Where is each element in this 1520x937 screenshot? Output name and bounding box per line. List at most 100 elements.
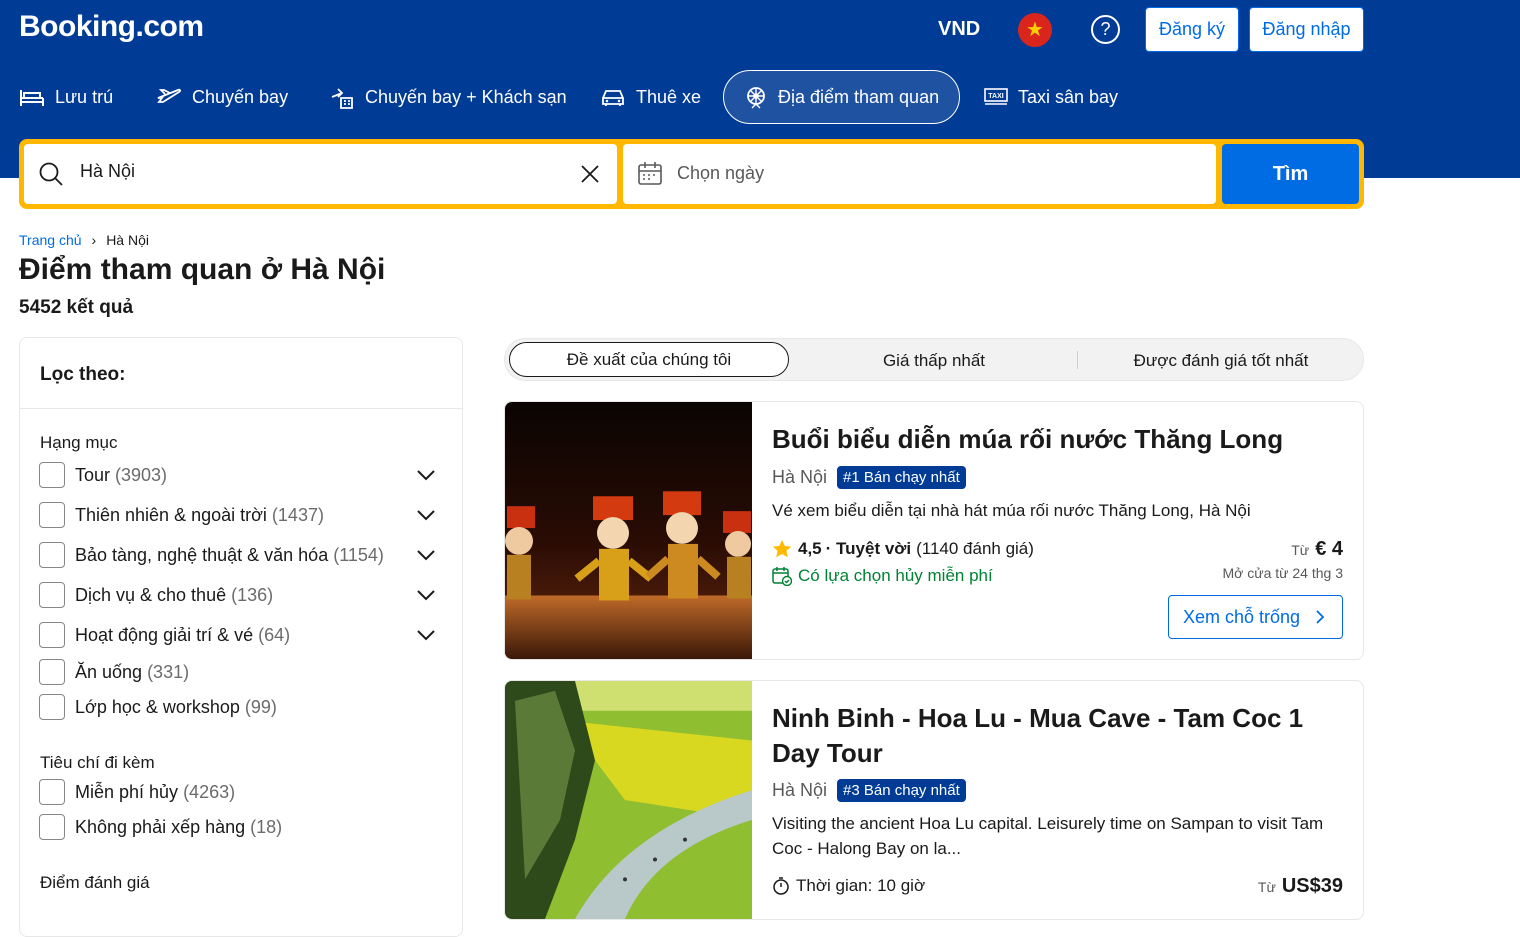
result-rating: 4,5 · Tuyệt vời (1140 đánh giá)	[772, 539, 1034, 559]
chevron-down-icon[interactable]	[416, 625, 436, 645]
vietnam-flag-icon[interactable]: ★	[1018, 13, 1052, 47]
chevron-down-icon[interactable]	[416, 585, 436, 605]
filter-option-label: Ăn uống	[75, 661, 143, 682]
filter-option[interactable]: Dịch vụ & cho thuê (136)	[39, 582, 439, 608]
breadcrumb-home-link[interactable]: Trang chủ	[19, 232, 82, 248]
filter-option[interactable]: Không phải xếp hàng (18)	[39, 814, 439, 840]
filter-option-label: Tour	[75, 464, 111, 485]
water-puppet-image[interactable]	[505, 402, 752, 659]
price: Từ € 4	[1291, 538, 1343, 561]
filter-option[interactable]: Ăn uống (331)	[39, 659, 439, 685]
result-location: Hà Nội	[772, 780, 828, 800]
ninh-binh-image[interactable]	[505, 681, 752, 919]
chevron-down-icon[interactable]	[416, 465, 436, 485]
nav-label: Chuyến bay	[192, 86, 289, 107]
checkbox[interactable]	[39, 622, 65, 648]
search-button[interactable]: Tìm	[1222, 144, 1359, 204]
star-icon	[772, 540, 792, 558]
price-value: US$39	[1281, 875, 1343, 897]
chevron-down-icon[interactable]	[416, 505, 436, 525]
nav-item-attractions[interactable]: Địa điểm tham quan	[723, 70, 961, 124]
free-cancel: Có lựa chọn hủy miễn phí	[772, 566, 993, 586]
checkbox[interactable]	[39, 779, 65, 805]
filter-option-count: (4263)	[183, 781, 236, 802]
sort-top-rated[interactable]: Được đánh giá tốt nhất	[1078, 339, 1364, 382]
result-card[interactable]: Buổi biểu diễn múa rối nước Thăng Long H…	[504, 401, 1364, 660]
chevron-down-icon[interactable]	[416, 545, 436, 565]
taxi-icon: TAXI	[984, 88, 1008, 105]
result-location: Hà Nội	[772, 467, 828, 487]
result-title[interactable]: Buổi biểu diễn múa rối nước Thăng Long	[772, 422, 1332, 457]
checkbox[interactable]	[39, 659, 65, 685]
filter-option-label: Hoạt động giải trí & vé	[75, 624, 254, 645]
bed-icon	[20, 90, 44, 106]
car-icon	[602, 90, 624, 106]
nav-item-car-rental[interactable]: Thuê xe	[600, 70, 701, 124]
filter-option[interactable]: Bảo tàng, nghệ thuật & văn hóa (1154)	[39, 542, 439, 568]
nav-item-stays[interactable]: Lưu trú	[19, 70, 113, 124]
result-description: Vé xem biểu diễn tại nhà hát múa rối nướ…	[772, 501, 1251, 520]
result-location-row: Hà Nội #3 Bán chạy nhất	[772, 779, 966, 802]
result-location-row: Hà Nội #1 Bán chạy nhất	[772, 466, 966, 489]
filter-option[interactable]: Miễn phí hủy (4263)	[39, 779, 439, 805]
flight-hotel-icon	[331, 88, 353, 109]
filter-panel: Lọc theo: Hạng mục Tour (3903) Thiên nhi…	[19, 337, 463, 937]
help-icon[interactable]: ?	[1091, 15, 1120, 44]
checkbox[interactable]	[39, 694, 65, 720]
filter-option[interactable]: Lớp học & workshop (99)	[39, 694, 439, 720]
bestseller-badge: #3 Bán chạy nhất	[837, 779, 966, 802]
result-card[interactable]: Ninh Binh - Hoa Lu - Mua Cave - Tam Coc …	[504, 680, 1364, 920]
calendar-icon	[638, 162, 662, 185]
checkbox[interactable]	[39, 502, 65, 528]
see-availability-button[interactable]: Xem chỗ trống	[1168, 595, 1343, 639]
destination-input[interactable]	[80, 161, 540, 182]
nav-item-airport-taxi[interactable]: TAXI Taxi sân bay	[984, 70, 1118, 124]
duration: Thời gian: 10 giờ	[772, 876, 925, 896]
price-value: € 4	[1315, 538, 1343, 560]
price: Từ US$39	[1258, 875, 1343, 898]
checkbox[interactable]	[39, 542, 65, 568]
filter-option[interactable]: Hoạt động giải trí & vé (64)	[39, 622, 439, 648]
open-date: Mở cửa từ 24 thg 3	[1222, 565, 1343, 581]
free-cancel-label: Có lựa chọn hủy miễn phí	[798, 566, 993, 585]
see-availability-label: Xem chỗ trống	[1182, 606, 1301, 627]
result-title[interactable]: Ninh Binh - Hoa Lu - Mua Cave - Tam Coc …	[772, 701, 1332, 771]
filter-option-label: Thiên nhiên & ngoài trời	[75, 504, 267, 525]
plane-icon	[157, 88, 181, 103]
filter-option[interactable]: Thiên nhiên & ngoài trời (1437)	[39, 502, 439, 528]
nav-item-flight-hotel[interactable]: Chuyến bay + Khách sạn	[329, 70, 567, 124]
breadcrumb-current: Hà Nội	[106, 232, 149, 248]
clear-icon[interactable]	[581, 165, 599, 183]
search-icon	[39, 162, 63, 186]
rating-word: · Tuyệt vời	[825, 539, 912, 558]
filter-option-label: Không phải xếp hàng	[75, 816, 246, 837]
checkbox[interactable]	[39, 582, 65, 608]
filter-option-count: (3903)	[115, 464, 168, 485]
checkbox[interactable]	[39, 462, 65, 488]
result-count: 5452 kết quả	[19, 297, 134, 318]
login-button[interactable]: Đăng nhập	[1249, 7, 1364, 52]
filter-option-count: (99)	[244, 696, 277, 717]
nav-label: Lưu trú	[55, 86, 114, 107]
svg-text:TAXI: TAXI	[988, 93, 1003, 100]
sort-recommended[interactable]: Đề xuất của chúng tôi	[509, 342, 789, 377]
booking-logo[interactable]: Booking.com	[19, 10, 204, 44]
filter-option-label: Bảo tàng, nghệ thuật & văn hóa	[75, 544, 329, 565]
duration-label: Thời gian: 10 giờ	[796, 876, 926, 895]
review-count: (1140 đánh giá)	[916, 539, 1034, 558]
nav-item-flights[interactable]: Chuyến bay	[156, 70, 288, 124]
date-field[interactable]: Chọn ngày	[623, 144, 1216, 204]
register-button[interactable]: Đăng ký	[1145, 7, 1239, 52]
currency-selector[interactable]: VND	[938, 18, 980, 41]
destination-field[interactable]	[24, 144, 617, 204]
nav-label: Thuê xe	[636, 86, 702, 107]
breadcrumb: Trang chủ › Hà Nội	[19, 232, 149, 248]
nav-label: Chuyến bay + Khách sạn	[365, 86, 567, 107]
chevron-right-icon: ›	[91, 232, 97, 248]
checkbox[interactable]	[39, 814, 65, 840]
nav-label: Taxi sân bay	[1018, 86, 1119, 107]
sort-lowest-price[interactable]: Giá thấp nhất	[791, 339, 1077, 382]
filter-option-count: (136)	[231, 584, 274, 605]
filter-option-label: Miễn phí hủy	[75, 781, 179, 802]
filter-option[interactable]: Tour (3903)	[39, 462, 439, 488]
